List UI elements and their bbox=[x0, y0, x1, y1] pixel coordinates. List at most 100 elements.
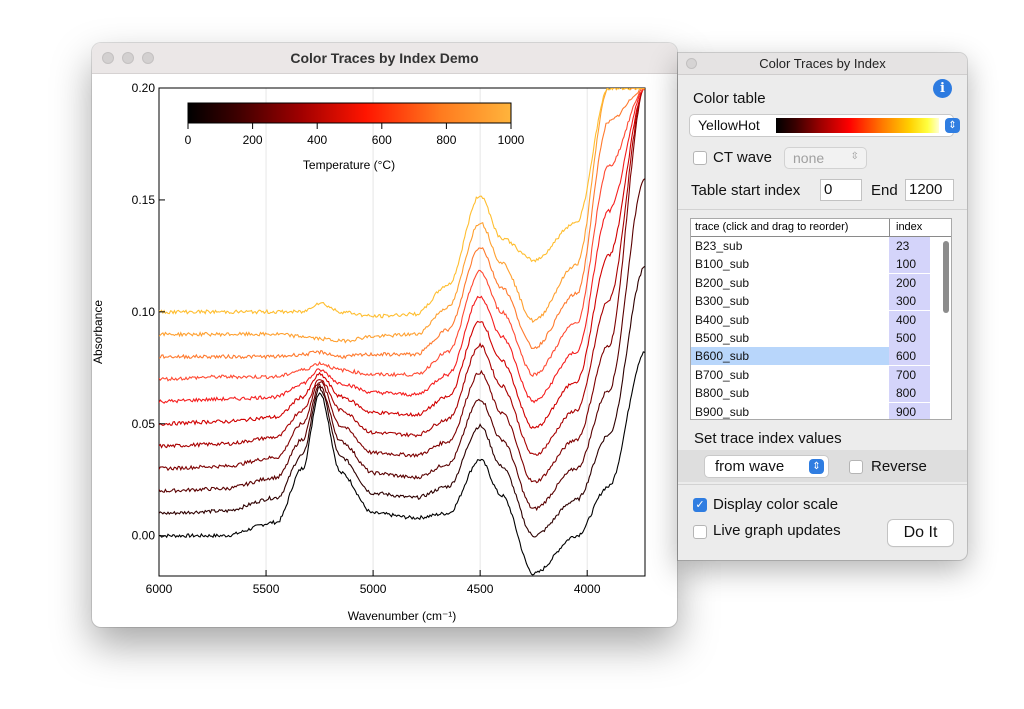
y-tick-label: 0.10 bbox=[132, 305, 156, 319]
series-line-600 bbox=[159, 88, 645, 404]
color-table-label: Color table bbox=[693, 90, 766, 107]
x-tick-label: 6000 bbox=[146, 582, 173, 596]
series-line-700 bbox=[159, 88, 645, 382]
end-label: End bbox=[871, 182, 898, 199]
trace-row[interactable]: B400_sub 400 bbox=[691, 310, 936, 329]
trace-row[interactable]: B700_sub 700 bbox=[691, 365, 936, 384]
trace-index-cell[interactable]: 900 bbox=[889, 402, 930, 419]
trace-index-cell[interactable]: 300 bbox=[889, 292, 930, 311]
divider bbox=[678, 209, 967, 210]
trace-name: B800_sub bbox=[695, 386, 750, 401]
info-icon[interactable]: i bbox=[933, 79, 952, 98]
trace-index-value: 300 bbox=[896, 294, 917, 309]
color-scale-tick-label: 200 bbox=[243, 133, 263, 147]
trace-column-header[interactable]: trace (click and drag to reorder) bbox=[695, 221, 848, 233]
panel-titlebar[interactable]: Color Traces by Index bbox=[678, 53, 967, 75]
trace-index-value: 400 bbox=[896, 312, 917, 327]
trace-index-value: 800 bbox=[896, 386, 917, 401]
trace-name: B300_sub bbox=[695, 294, 750, 309]
column-divider bbox=[889, 219, 890, 236]
do-it-button[interactable]: Do It bbox=[888, 520, 953, 546]
color-table-select[interactable]: YellowHot ⇕ bbox=[690, 115, 960, 136]
trace-index-cell[interactable]: 400 bbox=[889, 310, 930, 329]
spectra-chart[interactable]: 6000 5500 5000 4500 40000.000.050.100.150.20… bbox=[92, 73, 677, 627]
graph-window[interactable]: Color Traces by Index Demo 6000 5500 5000 4… bbox=[92, 43, 677, 627]
x-tick-label: 4000 bbox=[574, 582, 601, 596]
trace-name: B700_sub bbox=[695, 367, 750, 382]
trace-index-value: 700 bbox=[896, 367, 917, 382]
display-scale-label: Display color scale bbox=[713, 496, 839, 513]
trace-name: B500_sub bbox=[695, 331, 750, 345]
trace-name: B23_sub bbox=[695, 239, 743, 253]
series-line-900 bbox=[159, 88, 645, 344]
x-axis-label: Wavenumber (cm⁻¹) bbox=[348, 609, 457, 623]
color-scale-tick-label: 600 bbox=[372, 133, 392, 147]
ct-wave-checkbox[interactable] bbox=[693, 151, 707, 165]
x-tick-label: 5000 bbox=[360, 582, 387, 596]
color-scale-bar bbox=[187, 102, 512, 124]
trace-row[interactable]: B800_sub 800 bbox=[691, 384, 936, 403]
display-scale-checkbox[interactable]: ✓ bbox=[693, 498, 707, 512]
trace-index-value: 900 bbox=[896, 404, 917, 419]
color-table-value: YellowHot bbox=[698, 117, 760, 133]
trace-row[interactable]: B500_sub 500 bbox=[691, 329, 936, 347]
series-line-23 bbox=[159, 351, 645, 576]
chevron-updown-icon: ⇕ bbox=[809, 459, 824, 474]
scrollbar[interactable] bbox=[943, 241, 949, 313]
x-tick-label: 5500 bbox=[253, 582, 280, 596]
trace-index-cell[interactable]: 500 bbox=[889, 329, 930, 347]
end-field[interactable]: 1200 bbox=[906, 180, 953, 200]
trace-row[interactable]: B200_sub 200 bbox=[691, 273, 936, 292]
trace-name: B400_sub bbox=[695, 312, 750, 327]
graph-window-title: Color Traces by Index Demo bbox=[290, 50, 479, 66]
ct-wave-select[interactable]: none ⇳ bbox=[785, 148, 866, 168]
trace-index-cell[interactable]: 200 bbox=[889, 273, 930, 292]
table-start-label: Table start index bbox=[691, 182, 801, 199]
trace-list[interactable]: trace (click and drag to reorder) index … bbox=[690, 218, 952, 420]
chevron-updown-icon: ⇕ bbox=[945, 118, 960, 133]
reverse-checkbox[interactable] bbox=[849, 460, 863, 474]
set-index-label: Set trace index values bbox=[694, 430, 842, 447]
plot-frame bbox=[158, 87, 646, 577]
chevron-updown-icon: ⇳ bbox=[850, 151, 859, 162]
live-updates-checkbox[interactable] bbox=[693, 525, 707, 539]
trace-row[interactable]: B600_sub 600 bbox=[691, 347, 936, 366]
series-line-300 bbox=[159, 88, 645, 484]
series-line-100 bbox=[159, 265, 645, 538]
trace-list-header: trace (click and drag to reorder) index bbox=[691, 219, 951, 237]
trace-index-cell[interactable]: 700 bbox=[889, 365, 930, 384]
index-source-value: from wave bbox=[715, 458, 785, 475]
live-updates-label: Live graph updates bbox=[713, 522, 841, 539]
series-line-400 bbox=[159, 88, 645, 456]
color-scale-tick-label: 400 bbox=[307, 133, 327, 147]
trace-index-cell[interactable]: 100 bbox=[889, 255, 930, 274]
table-start-field[interactable]: 0 bbox=[821, 180, 861, 200]
color-scale-tick-label: 800 bbox=[436, 133, 456, 147]
y-tick-label: 0.05 bbox=[132, 417, 156, 431]
index-column-header[interactable]: index bbox=[896, 221, 922, 233]
trace-index-value: 100 bbox=[896, 257, 917, 272]
trace-index-value: 600 bbox=[896, 349, 917, 364]
color-scale-label: Temperature (°C) bbox=[303, 158, 395, 172]
trace-row[interactable]: B100_sub 100 bbox=[691, 255, 936, 274]
trace-name: B200_sub bbox=[695, 275, 750, 290]
trace-row[interactable]: B900_sub 900 bbox=[691, 402, 936, 419]
trace-index-value: 500 bbox=[896, 331, 917, 345]
trace-index-cell[interactable]: 600 bbox=[889, 347, 930, 366]
trace-index-cell[interactable]: 800 bbox=[889, 384, 930, 403]
y-tick-label: 0.00 bbox=[132, 529, 156, 543]
series-group bbox=[159, 88, 645, 576]
trace-name: B600_sub bbox=[695, 349, 750, 364]
color-scale-tick-label: 0 bbox=[185, 133, 192, 147]
trace-index-cell[interactable]: 23 bbox=[889, 237, 930, 255]
y-tick-label: 0.20 bbox=[132, 81, 156, 95]
trace-index-value: 23 bbox=[896, 239, 910, 253]
index-source-select[interactable]: from wave ⇕ bbox=[705, 456, 828, 477]
ct-wave-label: CT wave bbox=[713, 149, 772, 166]
trace-row[interactable]: B300_sub 300 bbox=[691, 292, 936, 311]
divider bbox=[678, 484, 967, 485]
graph-titlebar[interactable]: Color Traces by Index Demo bbox=[92, 43, 677, 74]
x-tick-label: 4500 bbox=[467, 582, 494, 596]
color-traces-panel[interactable]: Color Traces by Index Color table i Yell… bbox=[678, 53, 967, 560]
trace-row[interactable]: B23_sub 23 bbox=[691, 237, 936, 255]
